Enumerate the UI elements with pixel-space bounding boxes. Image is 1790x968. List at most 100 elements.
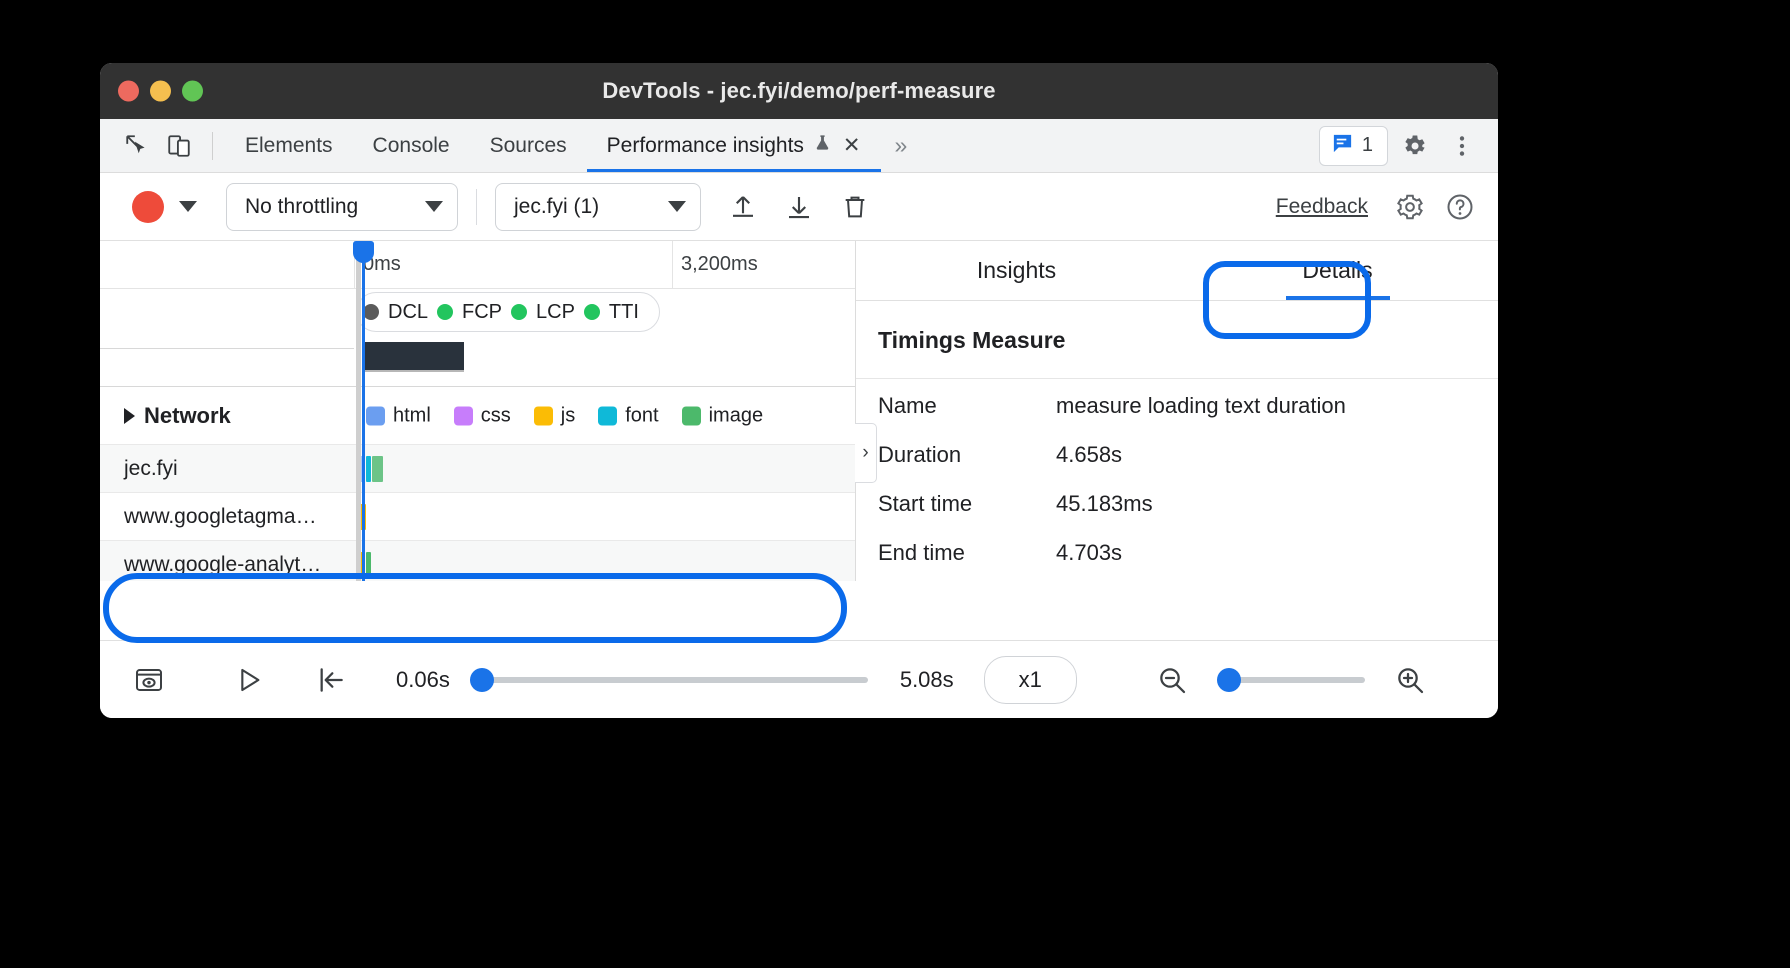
- maximize-window-button[interactable]: [182, 81, 203, 102]
- marker-label-dcl: DCL: [388, 301, 428, 324]
- trash-icon[interactable]: [829, 183, 881, 231]
- tab-insights[interactable]: Insights: [856, 241, 1177, 300]
- record-options-dropdown[interactable]: [168, 187, 208, 227]
- tab-label: Elements: [245, 134, 333, 158]
- marker-label-tti: TTI: [609, 301, 639, 324]
- issues-counter-button[interactable]: 1: [1319, 126, 1388, 166]
- minimize-window-button[interactable]: [150, 81, 171, 102]
- device-toolbar-icon[interactable]: [158, 125, 200, 167]
- table-row[interactable]: www.google-analyt…: [100, 541, 855, 581]
- chevron-down-icon: [668, 201, 686, 212]
- gear-icon[interactable]: [1388, 185, 1432, 229]
- record-button[interactable]: [132, 191, 164, 223]
- ruler-tick: 3,200ms: [672, 241, 758, 288]
- target-select[interactable]: jec.fyi (1): [495, 183, 701, 231]
- property-key: Start time: [878, 491, 1056, 517]
- kebab-menu-icon[interactable]: [1440, 124, 1484, 168]
- table-row[interactable]: jec.fyi: [100, 445, 855, 493]
- marker-label-lcp: LCP: [536, 301, 575, 324]
- property-key: Name: [878, 393, 1056, 419]
- request-track: [354, 445, 855, 492]
- property-key: Duration: [878, 442, 1056, 468]
- slider-knob[interactable]: [470, 668, 494, 692]
- property-value: 4.658s: [1056, 442, 1122, 468]
- lcp-marker-dot: [511, 304, 527, 320]
- feedback-link[interactable]: Feedback: [1276, 195, 1382, 219]
- window-title: DevTools - jec.fyi/demo/perf-measure: [602, 78, 995, 104]
- legend-item-js: js: [534, 404, 575, 427]
- js-swatch-icon: [534, 406, 553, 425]
- timeline-rows: Network html css: [100, 387, 855, 581]
- traffic-lights: [118, 81, 203, 102]
- table-row: End time 4.703s: [878, 540, 1498, 589]
- network-group-label: Network: [100, 403, 354, 429]
- range-start-label: 0.06s: [396, 667, 450, 693]
- throttling-value: No throttling: [245, 195, 358, 219]
- slider-track[interactable]: [470, 677, 868, 683]
- timeline-playhead[interactable]: [362, 241, 365, 581]
- network-legend-track: html css js: [354, 387, 855, 444]
- overview-activity-block: [364, 342, 464, 372]
- playback-speed-button[interactable]: x1: [984, 656, 1077, 704]
- performance-toolbar: No throttling jec.fyi (1): [100, 173, 1498, 241]
- more-tabs-icon[interactable]: »: [881, 132, 922, 159]
- tab-console[interactable]: Console: [353, 119, 470, 172]
- timeline-resize-rail[interactable]: [356, 241, 361, 581]
- timeline-range-slider[interactable]: [470, 677, 868, 683]
- inspect-cursor-icon[interactable]: [116, 125, 158, 167]
- tti-marker-dot: [584, 304, 600, 320]
- legend-label: js: [561, 404, 575, 427]
- details-heading: Timings Measure: [856, 301, 1498, 379]
- zoom-in-icon[interactable]: [1383, 653, 1437, 707]
- property-key: End time: [878, 540, 1056, 566]
- marker-label-fcp: FCP: [462, 301, 502, 324]
- chevron-right-icon[interactable]: ›: [855, 423, 877, 483]
- tab-performance-insights[interactable]: Performance insights ✕: [587, 119, 881, 172]
- image-swatch-icon: [682, 406, 701, 425]
- request-bar-image: [372, 456, 383, 482]
- tab-elements[interactable]: Elements: [225, 119, 353, 172]
- perftoolbar-right-actions: Feedback: [1276, 185, 1482, 229]
- toolbar-divider: [212, 132, 213, 160]
- filmstrip-eye-icon[interactable]: [122, 653, 176, 707]
- legend-item-font: font: [598, 404, 658, 427]
- property-value: measure loading text duration: [1056, 393, 1346, 419]
- html-swatch-icon: [366, 406, 385, 425]
- play-icon[interactable]: [222, 653, 276, 707]
- download-icon[interactable]: [773, 183, 825, 231]
- help-icon[interactable]: [1438, 185, 1482, 229]
- screenshot-root: DevTools - jec.fyi/demo/perf-measure Ele…: [0, 0, 1790, 968]
- request-bar-image: [366, 552, 371, 578]
- request-name: jec.fyi: [100, 457, 354, 481]
- track-group-network[interactable]: Network html css: [100, 387, 855, 445]
- devtools-window: DevTools - jec.fyi/demo/perf-measure Ele…: [100, 63, 1498, 718]
- expand-triangle-icon[interactable]: [124, 408, 135, 424]
- tab-sources[interactable]: Sources: [470, 119, 587, 172]
- tab-label: Sources: [490, 134, 567, 158]
- resource-type-legend: html css js: [366, 404, 776, 427]
- chevron-down-icon: [425, 201, 443, 212]
- request-name: www.google-analyt…: [100, 553, 354, 577]
- close-tab-icon[interactable]: ✕: [843, 133, 861, 158]
- property-value: 45.183ms: [1056, 491, 1153, 517]
- panel-tabs: Elements Console Sources Performance ins…: [225, 119, 881, 172]
- playhead-knob[interactable]: [353, 241, 374, 263]
- zoom-out-icon[interactable]: [1145, 653, 1199, 707]
- network-label-text: Network: [144, 403, 231, 429]
- zoom-slider[interactable]: [1217, 677, 1365, 683]
- table-row[interactable]: www.googletagma…: [100, 493, 855, 541]
- gear-icon[interactable]: [1392, 124, 1436, 168]
- slider-knob[interactable]: [1217, 668, 1241, 692]
- font-swatch-icon: [598, 406, 617, 425]
- throttling-select[interactable]: No throttling: [226, 183, 458, 231]
- window-titlebar: DevTools - jec.fyi/demo/perf-measure: [100, 63, 1498, 119]
- close-window-button[interactable]: [118, 81, 139, 102]
- table-row: Start time 45.183ms: [878, 491, 1498, 540]
- tab-details[interactable]: Details: [1177, 241, 1498, 300]
- property-value: 4.703s: [1056, 540, 1122, 566]
- legend-label: font: [625, 404, 658, 427]
- timeline-bottom-toolbar: 0.06s 5.08s x1: [100, 640, 1498, 718]
- upload-icon[interactable]: [717, 183, 769, 231]
- timeline-pane: 0ms 3,200ms DCL FCP LCP TTI: [100, 241, 856, 581]
- jump-to-start-icon[interactable]: [304, 653, 358, 707]
